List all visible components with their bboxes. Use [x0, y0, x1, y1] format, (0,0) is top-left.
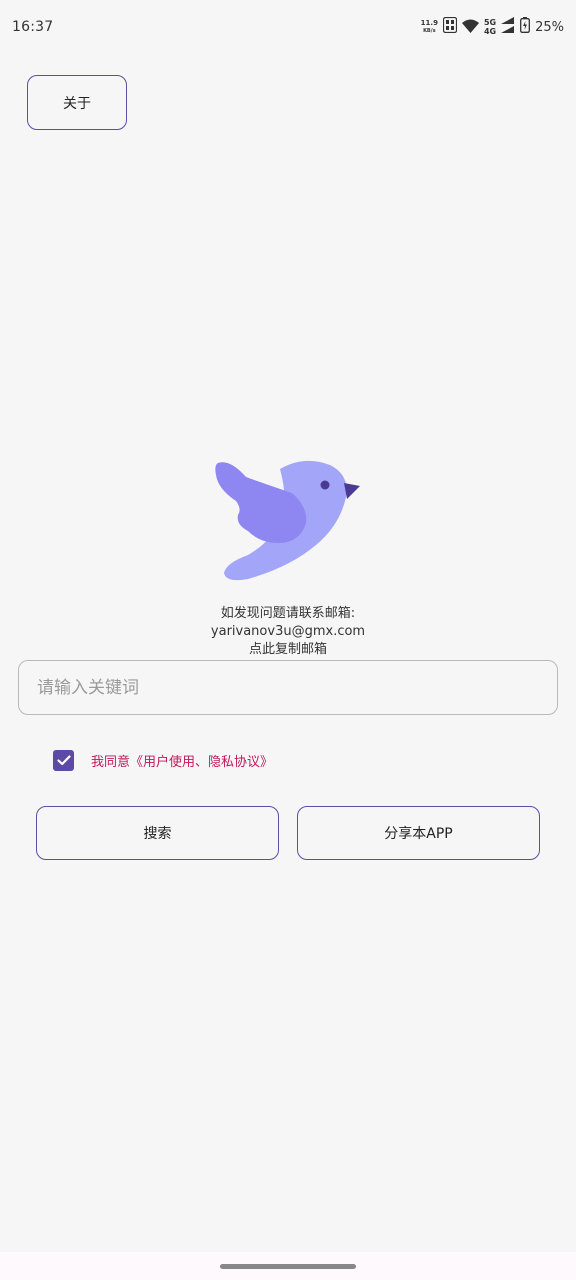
net-speed-unit: KB/s: [423, 28, 436, 34]
signal-hd-icon: [442, 16, 458, 37]
check-icon: [56, 754, 71, 765]
agreement-checkbox[interactable]: [53, 749, 74, 771]
network-type: 5G 4G: [484, 18, 496, 36]
battery-icon: [520, 17, 531, 37]
battery-percent: 25%: [535, 19, 564, 35]
net-speed-icon: 11.9 KB/s: [421, 19, 438, 35]
home-gesture-handle[interactable]: [220, 1264, 356, 1269]
app-screen: 16:37 11.9 KB/s 5G 4G 25% 关于 如发现问题请联系邮箱:…: [0, 0, 576, 1280]
share-app-button[interactable]: 分享本APP: [297, 806, 540, 860]
contact-line: 如发现问题请联系邮箱:: [220, 606, 356, 621]
wifi-icon: [461, 18, 479, 37]
copy-email-link[interactable]: 点此复制邮箱: [0, 641, 576, 659]
agreement-row[interactable]: 我同意《用户使用、隐私协议》: [53, 749, 273, 771]
cell-signal-icon: [501, 17, 515, 37]
agreement-link[interactable]: 我同意《用户使用、隐私协议》: [91, 751, 273, 770]
status-time: 16:37: [12, 19, 54, 35]
status-icons: 11.9 KB/s 5G 4G 25%: [421, 16, 564, 37]
about-button[interactable]: 关于: [27, 75, 127, 130]
search-input[interactable]: [37, 677, 557, 698]
contact-info[interactable]: 如发现问题请联系邮箱: yarivanov3u@gmx.com 点此复制邮箱: [0, 605, 576, 659]
contact-email: yarivanov3u@gmx.com: [210, 624, 366, 639]
search-button[interactable]: 搜索: [36, 806, 279, 860]
search-field[interactable]: [18, 660, 558, 715]
navigation-bar: [0, 1252, 576, 1280]
status-bar: 16:37 11.9 KB/s 5G 4G 25%: [0, 0, 576, 54]
bird-logo-icon: [208, 455, 368, 585]
net-4g: 4G: [483, 27, 497, 36]
net-speed-value: 11.9: [420, 19, 438, 27]
net-5g: 5G: [483, 18, 497, 27]
